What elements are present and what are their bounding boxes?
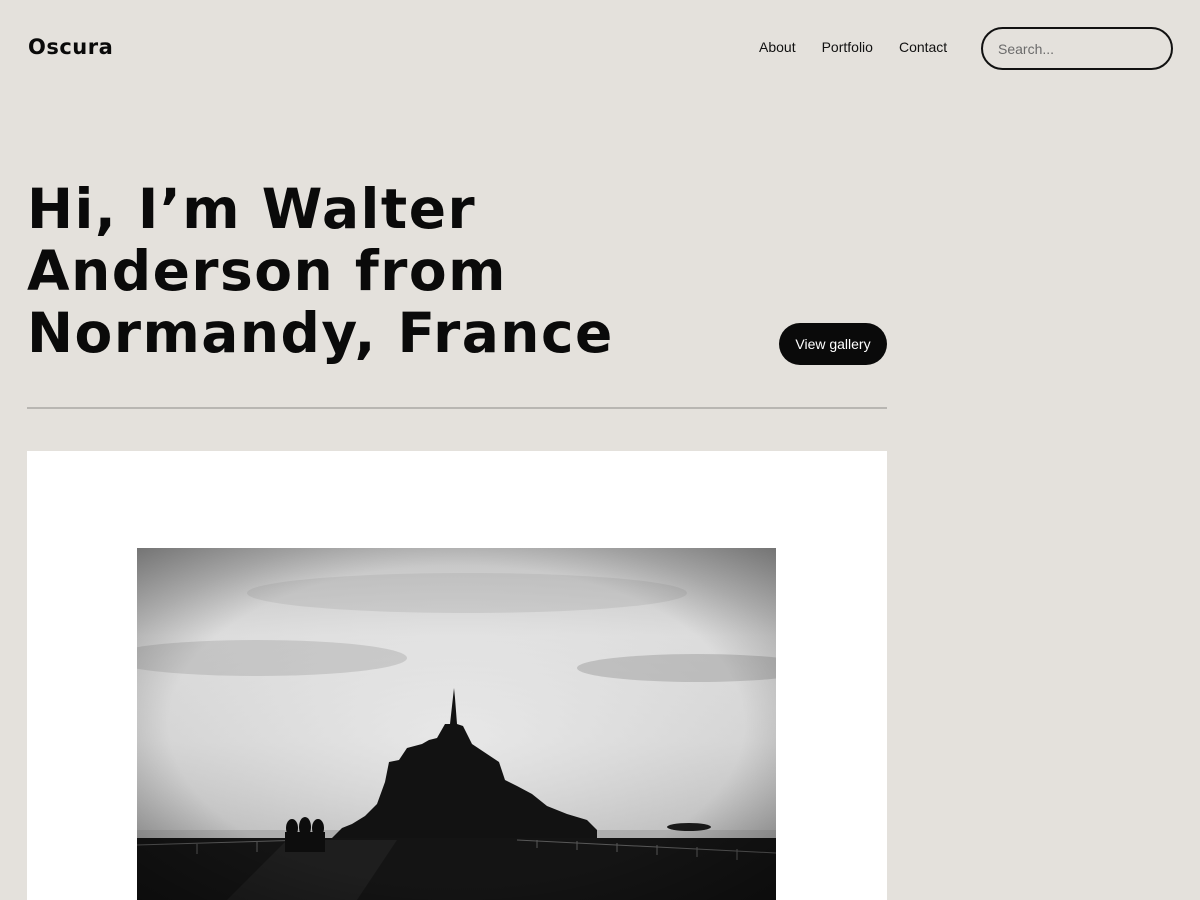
site-title[interactable]: Oscura xyxy=(28,35,113,59)
hero-heading-line: Hi, I’m Walter xyxy=(27,177,477,241)
view-gallery-button[interactable]: View gallery xyxy=(779,323,887,365)
nav-portfolio-link[interactable]: Portfolio xyxy=(822,39,873,55)
nav-about-link[interactable]: About xyxy=(759,39,796,55)
search-input[interactable] xyxy=(981,27,1173,70)
divider xyxy=(27,407,887,409)
featured-image-panel xyxy=(27,451,887,900)
hero-heading: Hi, I’m Walter Anderson from Normandy, F… xyxy=(27,178,747,364)
primary-nav: About Portfolio Contact xyxy=(759,39,973,55)
hero-heading-line: Normandy, France xyxy=(27,301,614,365)
nav-contact-link[interactable]: Contact xyxy=(899,39,947,55)
mont-saint-michel-photo[interactable] xyxy=(137,548,776,900)
page: Oscura About Portfolio Contact Hi, I’m W… xyxy=(0,0,1200,900)
hero-heading-line: Anderson from xyxy=(27,239,507,303)
